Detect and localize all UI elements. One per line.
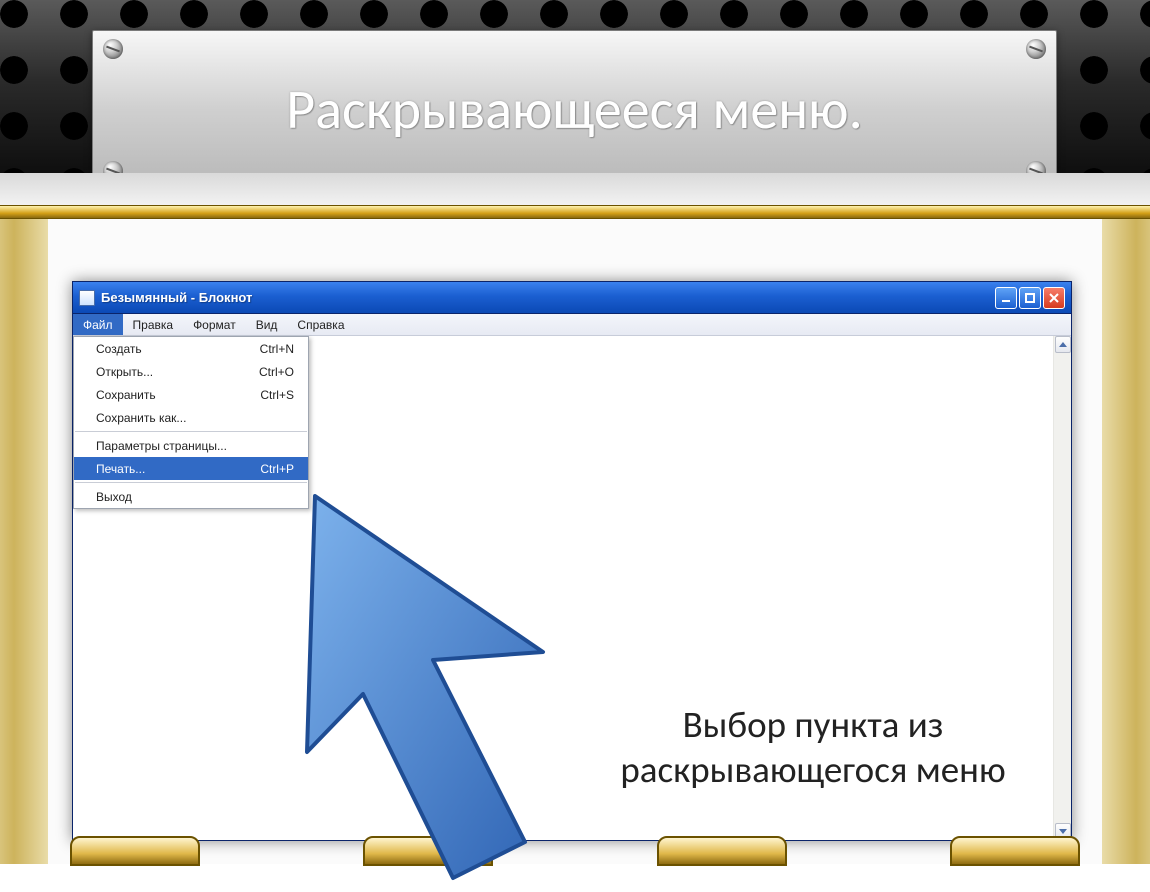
menu-item-save[interactable]: Сохранить Ctrl+S: [74, 383, 308, 406]
menu-file[interactable]: Файл: [73, 314, 123, 335]
screw-icon: [1026, 39, 1046, 59]
scroll-decoration-left: [0, 219, 48, 864]
gold-ornament: [950, 836, 1080, 866]
menu-separator: [75, 431, 307, 432]
scroll-decoration-right: [1102, 219, 1150, 864]
menu-edit[interactable]: Правка: [123, 314, 184, 335]
titlebar[interactable]: Безымянный - Блокнот: [73, 282, 1071, 314]
slide-banner: Раскрывающееся меню.: [0, 0, 1150, 205]
notepad-window: Безымянный - Блокнот Файл Правка Формат …: [72, 281, 1072, 841]
menu-item-page-setup[interactable]: Параметры страницы...: [74, 434, 308, 457]
menu-item-shortcut: Ctrl+P: [260, 462, 294, 476]
menu-item-label: Сохранить как...: [96, 411, 294, 425]
menu-item-shortcut: Ctrl+S: [260, 388, 294, 402]
menu-item-open[interactable]: Открыть... Ctrl+O: [74, 360, 308, 383]
minimize-button[interactable]: [995, 287, 1017, 309]
menubar: Файл Правка Формат Вид Справка: [73, 314, 1071, 336]
gold-ornament: [657, 836, 787, 866]
screw-icon: [103, 161, 123, 181]
menu-item-save-as[interactable]: Сохранить как...: [74, 406, 308, 429]
menu-item-label: Печать...: [96, 462, 260, 476]
close-button[interactable]: [1043, 287, 1065, 309]
gold-ornament: [70, 836, 200, 866]
screw-icon: [1026, 161, 1046, 181]
slide-title: Раскрывающееся меню.: [286, 76, 862, 144]
window-title: Безымянный - Блокнот: [101, 290, 995, 305]
scroll-up-icon[interactable]: [1055, 336, 1071, 353]
menu-format[interactable]: Формат: [183, 314, 246, 335]
divider-gold: [0, 205, 1150, 219]
menu-item-shortcut: Ctrl+N: [260, 342, 294, 356]
menu-item-label: Выход: [96, 490, 294, 504]
file-dropdown: Создать Ctrl+N Открыть... Ctrl+O Сохрани…: [73, 336, 309, 509]
callout-caption: Выбор пункта из раскрывающегося меню: [543, 702, 1083, 792]
menu-item-exit[interactable]: Выход: [74, 485, 308, 508]
menu-item-label: Открыть...: [96, 365, 259, 379]
menu-view[interactable]: Вид: [246, 314, 288, 335]
menu-item-new[interactable]: Создать Ctrl+N: [74, 337, 308, 360]
menu-separator: [75, 482, 307, 483]
title-plate: Раскрывающееся меню.: [92, 30, 1057, 190]
slide-canvas: Безымянный - Блокнот Файл Правка Формат …: [0, 219, 1150, 864]
menu-item-label: Создать: [96, 342, 260, 356]
menu-item-label: Сохранить: [96, 388, 260, 402]
document-icon: [79, 290, 95, 306]
screw-icon: [103, 39, 123, 59]
menu-item-shortcut: Ctrl+O: [259, 365, 294, 379]
menu-item-label: Параметры страницы...: [96, 439, 294, 453]
menu-help[interactable]: Справка: [287, 314, 354, 335]
menu-item-print[interactable]: Печать... Ctrl+P: [74, 457, 308, 480]
maximize-button[interactable]: [1019, 287, 1041, 309]
callout-arrow-icon: [303, 492, 623, 892]
